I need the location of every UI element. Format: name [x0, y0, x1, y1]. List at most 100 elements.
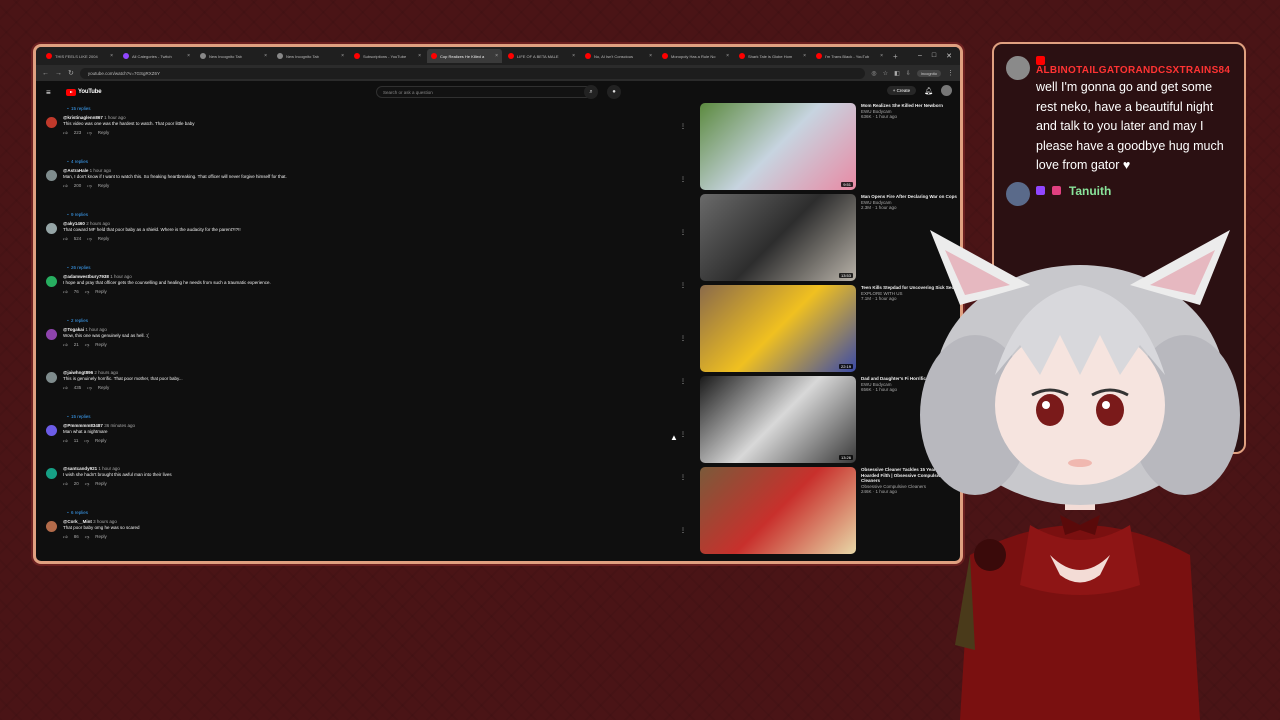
tab-close-icon[interactable]: × — [418, 53, 421, 59]
reply-button[interactable]: Reply — [95, 534, 107, 540]
comment-menu-icon[interactable]: ⋮ — [680, 282, 686, 289]
comment-avatar[interactable] — [46, 117, 57, 128]
comment-avatar[interactable] — [46, 170, 57, 181]
video-thumbnail[interactable] — [700, 467, 856, 554]
comment-author[interactable]: @santcandy921 — [63, 466, 97, 471]
browser-tab[interactable]: No, AI Isn't Conscious × — [581, 49, 656, 63]
comment-avatar[interactable] — [46, 372, 57, 383]
video-title[interactable]: Mom Realizes She Killed Her Newborn — [861, 103, 943, 109]
comment-avatar[interactable] — [46, 425, 57, 436]
star-icon[interactable]: ☆ — [883, 70, 888, 77]
comment-avatar[interactable] — [46, 521, 57, 532]
replies-toggle[interactable]: ⌄ 2 replies — [46, 315, 686, 325]
tab-close-icon[interactable]: × — [880, 53, 883, 59]
comment-menu-icon[interactable]: ⋮ — [680, 176, 686, 183]
like-icon[interactable]: 👍︎ — [63, 438, 68, 444]
dislike-icon[interactable]: 👎︎ — [84, 438, 89, 444]
maximize-icon[interactable]: □ — [932, 52, 936, 60]
create-button[interactable]: + Create — [886, 86, 917, 95]
menu-dots-icon[interactable]: ⋮ — [947, 69, 954, 77]
browser-tab[interactable]: New Incognito Tab × — [196, 49, 271, 63]
dislike-icon[interactable]: 👎︎ — [85, 481, 90, 487]
tab-close-icon[interactable]: × — [110, 53, 113, 59]
tab-close-icon[interactable]: × — [264, 53, 267, 59]
url-field[interactable]: youtube.com/watch?v=7GSgRXZ6Y — [79, 67, 866, 79]
dislike-icon[interactable]: 👎︎ — [85, 289, 90, 295]
like-icon[interactable]: 👍︎ — [63, 130, 68, 136]
reply-button[interactable]: Reply — [98, 130, 110, 136]
dislike-icon[interactable]: 👎︎ — [85, 342, 90, 348]
comment-avatar[interactable] — [46, 276, 57, 287]
search-input[interactable]: Search or ask a question — [376, 86, 596, 98]
video-thumbnail[interactable]: 13:26 — [700, 376, 856, 463]
comment-menu-icon[interactable]: ⋮ — [680, 229, 686, 236]
reply-button[interactable]: Reply — [98, 183, 110, 189]
video-thumbnail[interactable]: 22:19 — [700, 285, 856, 372]
comment-author[interactable]: @Pmmmmm83487 — [63, 423, 103, 428]
bell-icon[interactable]: 🔔︎ — [924, 87, 933, 95]
reply-button[interactable]: Reply — [95, 438, 107, 444]
account-avatar[interactable] — [941, 85, 952, 96]
reload-icon[interactable]: ↻ — [68, 69, 74, 77]
video-thumbnail[interactable]: 9:51 — [700, 103, 856, 190]
comment-author[interactable]: @jaiwhngt896 — [63, 370, 93, 375]
dislike-icon[interactable]: 👎︎ — [85, 534, 90, 540]
reply-button[interactable]: Reply — [98, 236, 110, 242]
comment-menu-icon[interactable]: ⋮ — [680, 431, 686, 438]
microphone-icon[interactable]: ● — [607, 85, 621, 99]
comment-author[interactable]: @Lynda7Bl — [63, 562, 87, 564]
reply-button[interactable]: Reply — [95, 342, 107, 348]
replies-toggle[interactable]: ⌄ 15 replies — [46, 411, 686, 421]
browser-tab[interactable]: I'm Trans Black - YouTub × — [812, 49, 887, 63]
comment-menu-icon[interactable]: ⋮ — [680, 335, 686, 342]
replies-toggle[interactable]: ⌄ 9 replies — [46, 209, 686, 219]
browser-tab[interactable]: New Incognito Tab × — [273, 49, 348, 63]
replies-toggle[interactable]: ⌄ 15 replies — [46, 103, 686, 113]
reply-button[interactable]: Reply — [95, 481, 107, 487]
replies-toggle[interactable]: ⌄ 6 replies — [46, 507, 686, 517]
dislike-icon[interactable]: 👎︎ — [87, 130, 92, 136]
incognito-badge[interactable]: Incognito — [916, 69, 941, 77]
tab-close-icon[interactable]: × — [572, 53, 575, 59]
tab-close-icon[interactable]: × — [726, 53, 729, 59]
tab-close-icon[interactable]: × — [649, 53, 652, 59]
comment-menu-icon[interactable]: ⋮ — [680, 378, 686, 385]
browser-tab[interactable]: Shark Tale is Globe Hom × — [735, 49, 810, 63]
comment-author[interactable]: @adamwestbury7938 — [63, 274, 109, 279]
dislike-icon[interactable]: 👎︎ — [87, 183, 92, 189]
minimize-icon[interactable]: – — [918, 52, 922, 60]
download-icon[interactable]: ⇩ — [906, 70, 911, 77]
comment-author[interactable]: @AstraHale — [63, 168, 88, 173]
like-icon[interactable]: 👍︎ — [63, 183, 68, 189]
dislike-icon[interactable]: 👎︎ — [87, 236, 92, 242]
video-title[interactable]: Man Opens Fire After Declaring War on Co… — [861, 194, 957, 200]
hamburger-icon[interactable]: ≡ — [46, 88, 60, 97]
dislike-icon[interactable]: 👎︎ — [87, 385, 92, 391]
like-icon[interactable]: 👍︎ — [63, 385, 68, 391]
tab-close-icon[interactable]: × — [803, 53, 806, 59]
browser-tab[interactable]: Monopoly Has a Rule No × — [658, 49, 733, 63]
youtube-logo[interactable]: YouTube — [66, 88, 102, 96]
comment-menu-icon[interactable]: ⋮ — [680, 474, 686, 481]
comment-avatar[interactable] — [46, 223, 57, 234]
comment-author[interactable]: @kristinaglenn867 — [63, 115, 103, 120]
like-icon[interactable]: 👍︎ — [63, 534, 68, 540]
video-thumbnail[interactable]: 13:53 — [700, 194, 856, 281]
comment-author[interactable]: @Togakai — [63, 327, 84, 332]
replies-toggle[interactable]: ⌄ 4 replies — [46, 156, 686, 166]
extension-icon[interactable]: ◧ — [894, 70, 900, 77]
comment-author[interactable]: @aky1460 — [63, 221, 85, 226]
browser-tab[interactable]: THIS FEELS LIKE 2004 × — [42, 49, 117, 63]
reply-button[interactable]: Reply — [95, 289, 107, 295]
like-icon[interactable]: 👍︎ — [63, 236, 68, 242]
back-icon[interactable]: ← — [42, 70, 49, 77]
like-icon[interactable]: 👍︎ — [63, 481, 68, 487]
close-icon[interactable]: ✕ — [946, 52, 952, 60]
tab-close-icon[interactable]: × — [495, 53, 498, 59]
like-icon[interactable]: 👍︎ — [63, 342, 68, 348]
forward-icon[interactable]: → — [55, 70, 62, 77]
like-icon[interactable]: 👍︎ — [63, 289, 68, 295]
browser-tab[interactable]: Cop Realizes He Killed a × — [427, 49, 502, 63]
eye-icon[interactable]: ◎ — [871, 70, 876, 77]
browser-tab[interactable]: Subscriptions - YouTube × — [350, 49, 425, 63]
